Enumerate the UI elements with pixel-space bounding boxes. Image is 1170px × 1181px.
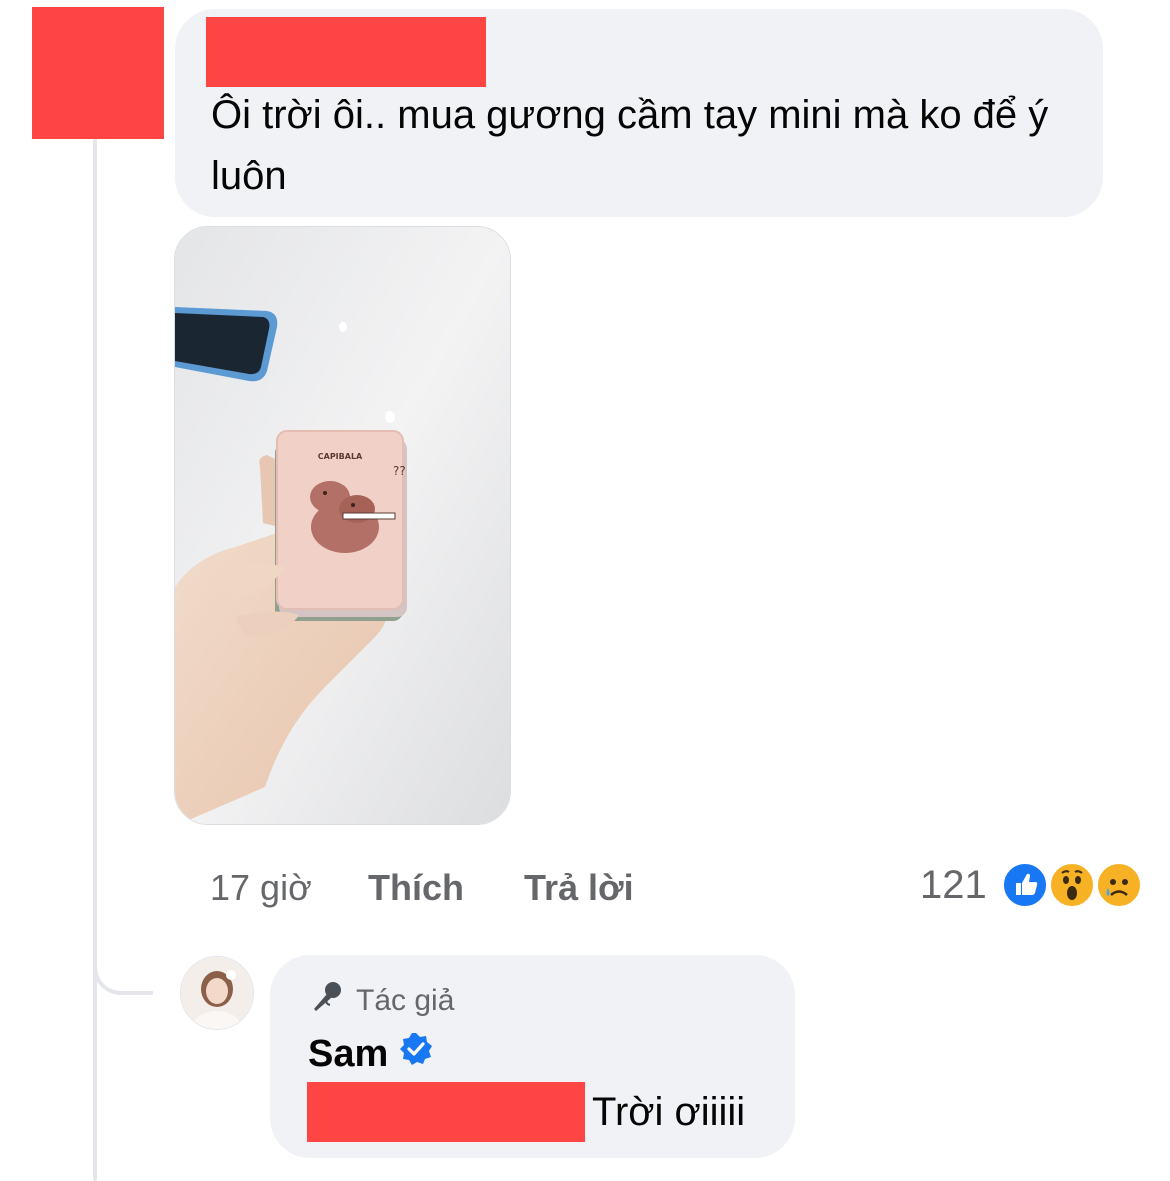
author-badge: Tác giả <box>308 981 454 1021</box>
reply-bubble: Tác giả Sam Trời ơiiiii <box>270 955 795 1158</box>
like-icon <box>1001 861 1049 909</box>
comment-photo-attachment[interactable]: CAPIBALA ?? <box>174 226 511 825</box>
comment-time[interactable]: 17 giờ <box>210 864 312 912</box>
comment-text: Ôi trời ôi.. mua gương cầm tay mini mà k… <box>211 93 1049 198</box>
thread-line <box>93 138 97 1181</box>
author-avatar[interactable] <box>180 956 254 1030</box>
reaction-count[interactable]: 121 <box>920 861 987 909</box>
like-button[interactable]: Thích <box>368 864 464 912</box>
commenter-avatar-redacted[interactable] <box>32 7 164 139</box>
author-badge-label: Tác giả <box>356 984 455 1017</box>
reply-text: Trời ơiiiii <box>592 1090 746 1134</box>
mirror-print-text: CAPIBALA <box>318 452 363 461</box>
reply-button[interactable]: Trả lời <box>524 864 634 912</box>
reaction-summary[interactable] <box>1001 861 1151 911</box>
svg-text:??: ?? <box>393 464 406 478</box>
wow-icon <box>1048 861 1096 909</box>
mention-redacted[interactable] <box>307 1082 585 1142</box>
reply-connector <box>93 900 153 995</box>
microphone-icon <box>308 979 344 1023</box>
commenter-name-redacted[interactable] <box>206 17 486 87</box>
verified-badge-icon <box>398 1031 434 1077</box>
sad-icon <box>1095 861 1143 909</box>
reply-author-name[interactable]: Sam <box>308 1031 434 1077</box>
comment-bubble: Ôi trời ôi.. mua gương cầm tay mini mà k… <box>175 9 1103 217</box>
author-name[interactable]: Sam <box>308 1033 388 1076</box>
